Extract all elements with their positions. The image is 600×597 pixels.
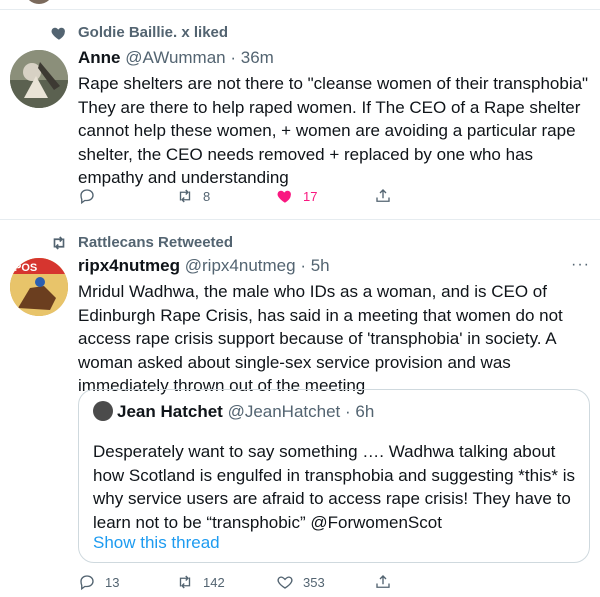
retweet-count: 142 xyxy=(203,574,225,590)
avatar-image: POS xyxy=(10,258,68,316)
action-bar: 8 17 xyxy=(78,184,590,208)
reply-button[interactable] xyxy=(78,184,105,208)
retweet-count: 8 xyxy=(203,188,211,204)
tweet-header: Anne @AWumman · 36m xyxy=(78,48,274,68)
author-name[interactable]: ripx4nutmeg xyxy=(78,256,180,275)
reply-icon xyxy=(80,189,94,205)
reply-count: 13 xyxy=(105,574,120,590)
retweet-icon xyxy=(179,575,191,589)
previous-tweet-edge xyxy=(0,0,600,10)
heart-filled-icon xyxy=(277,190,291,203)
tweet-text: Rape shelters are not there to "cleanse … xyxy=(78,74,589,188)
social-context-text: Goldie Baillie. x liked xyxy=(78,24,229,41)
social-context[interactable]: Rattlecans Retweeted xyxy=(53,234,234,251)
heart-icon xyxy=(277,576,293,589)
author-name[interactable]: Anne xyxy=(78,48,121,67)
action-bar: 13 142 353 xyxy=(78,570,590,594)
social-context[interactable]: Goldie Baillie. x liked xyxy=(51,24,229,41)
quoted-tweet[interactable]: Jean Hatchet @JeanHatchet · 6h Desperate… xyxy=(78,389,590,563)
tweet-header: ripx4nutmeg @ripx4nutmeg · 5h xyxy=(78,256,330,276)
reply-icon xyxy=(80,575,94,591)
heart-filled-icon xyxy=(51,27,65,40)
quote-text: Desperately want to say something …. Wad… xyxy=(93,442,575,532)
separator-dot: · xyxy=(345,402,351,421)
quote-timestamp: 6h xyxy=(355,402,375,421)
like-count: 353 xyxy=(303,574,325,590)
separator-dot: · xyxy=(300,256,306,275)
quote-author-handle: @JeanHatchet xyxy=(227,402,341,421)
avatar[interactable]: POS xyxy=(10,258,68,316)
retweet-icon xyxy=(53,236,65,250)
timestamp[interactable]: 5h xyxy=(311,256,330,275)
quote-avatar[interactable] xyxy=(93,401,113,421)
svg-text:POS: POS xyxy=(14,262,37,274)
retweet-button[interactable]: 8 xyxy=(176,184,210,208)
like-button[interactable]: 353 xyxy=(276,570,325,594)
more-options-button[interactable]: ··· xyxy=(571,256,590,274)
tweet[interactable]: Goldie Baillie. x liked Anne @AWumman · … xyxy=(0,10,600,220)
share-icon xyxy=(376,189,390,202)
social-context-text: Rattlecans Retweeted xyxy=(78,234,234,251)
quote-author-name: Jean Hatchet xyxy=(117,402,223,421)
tweet[interactable]: Rattlecans Retweeted POS ripx4nutmeg @ri… xyxy=(0,220,600,597)
share-button[interactable] xyxy=(374,184,401,208)
share-button[interactable] xyxy=(374,570,401,594)
show-thread-link[interactable]: Show this thread xyxy=(93,533,220,553)
like-count: 17 xyxy=(303,188,318,204)
reply-button[interactable]: 13 xyxy=(78,570,119,594)
tweet-text: Mridul Wadhwa, the male who IDs as a wom… xyxy=(78,282,563,396)
retweet-icon xyxy=(179,189,191,203)
author-handle[interactable]: @ripx4nutmeg xyxy=(185,256,296,275)
avatar-image xyxy=(10,50,68,108)
like-button[interactable]: 17 xyxy=(276,184,317,208)
timestamp[interactable]: 36m xyxy=(241,48,274,67)
separator-dot: · xyxy=(230,48,237,67)
previous-avatar[interactable] xyxy=(26,0,52,4)
quote-header: Jean Hatchet @JeanHatchet · 6h xyxy=(117,402,374,422)
author-handle[interactable]: @AWumman xyxy=(125,48,225,67)
retweet-button[interactable]: 142 xyxy=(176,570,225,594)
share-icon xyxy=(376,575,390,588)
avatar[interactable] xyxy=(10,50,68,108)
